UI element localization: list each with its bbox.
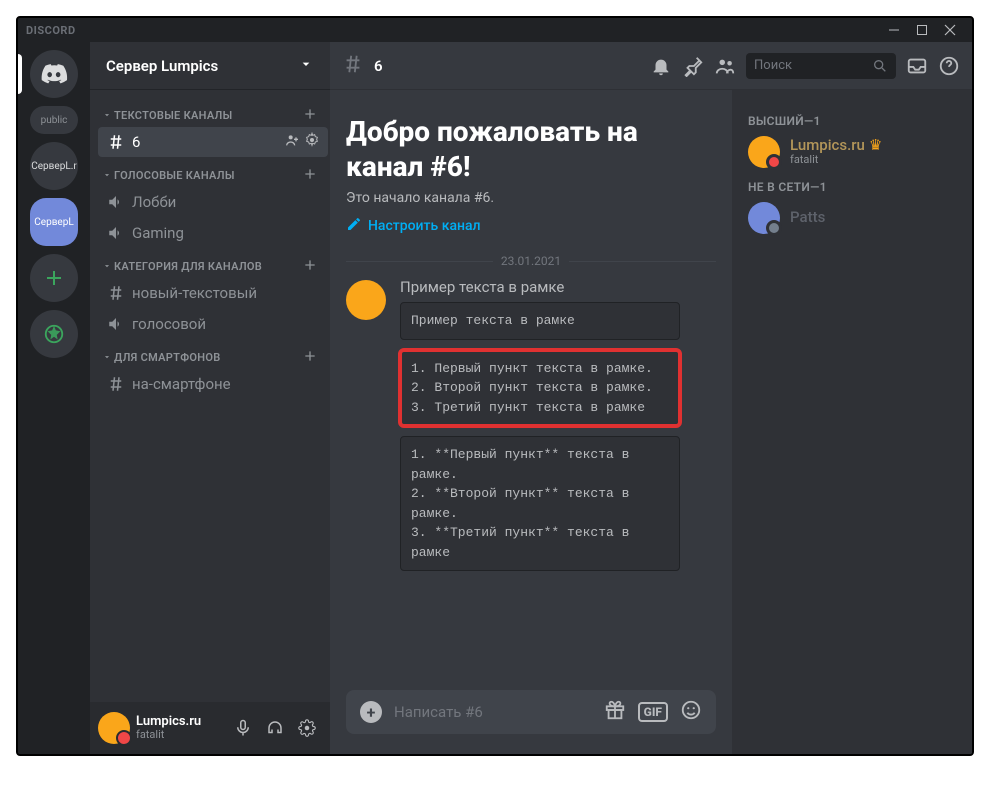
username: Lumpics.ru <box>136 715 201 729</box>
member-avatar <box>748 136 780 168</box>
message-avatar[interactable] <box>346 280 386 320</box>
member-item[interactable]: Lumpics.ru♛ fatalit <box>740 132 964 172</box>
add-channel-button[interactable] <box>302 257 320 275</box>
member-item[interactable]: Patts <box>740 198 964 238</box>
welcome-block: Добро пожаловать на канал #6! Это начало… <box>346 114 716 236</box>
window-minimize-button[interactable] <box>880 19 908 41</box>
category-cat[interactable]: КАТЕГОРИЯ ДЛЯ КАНАЛОВ <box>98 249 328 277</box>
hash-icon <box>106 132 126 152</box>
search-icon <box>872 58 888 74</box>
channel-item[interactable]: Gaming <box>98 218 328 248</box>
speaker-icon <box>106 223 126 243</box>
server-name: Сервер Lumpics <box>106 57 218 75</box>
attach-button[interactable]: + <box>360 701 382 723</box>
home-button[interactable] <box>30 50 78 98</box>
titlebar: DISCORD <box>18 18 972 42</box>
help-icon[interactable] <box>938 55 960 77</box>
message-composer: + Написать #6 GIF <box>330 690 732 754</box>
hash-icon <box>106 283 126 303</box>
guild-item-active[interactable]: СерверL <box>30 198 78 246</box>
welcome-subtitle: Это начало канала #6. <box>346 190 716 206</box>
channel-sidebar: Сервер Lumpics ТЕКСТОВЫЕ КАНАЛЫ 6 <box>90 42 330 754</box>
add-channel-button[interactable] <box>302 166 320 184</box>
channel-item[interactable]: Лобби <box>98 187 328 217</box>
pin-icon[interactable] <box>682 55 704 77</box>
message-text: Пример текста в рамке <box>400 278 716 296</box>
hash-icon <box>106 374 126 394</box>
members-icon[interactable] <box>714 55 736 77</box>
category-voice[interactable]: ГОЛОСОВЫЕ КАНАЛЫ <box>98 158 328 186</box>
add-channel-button[interactable] <box>302 106 320 124</box>
channel-item[interactable]: голосовой <box>98 309 328 339</box>
channel-item[interactable]: новый-текстовый <box>98 278 328 308</box>
speaker-icon <box>106 192 126 212</box>
message-input[interactable]: Написать #6 <box>394 703 592 721</box>
add-server-button[interactable] <box>30 254 78 302</box>
message: Пример текста в рамке Пример текста в ра… <box>346 274 716 589</box>
server-header[interactable]: Сервер Lumpics <box>90 42 330 90</box>
mute-button[interactable] <box>228 713 258 743</box>
code-block: Пример текста в рамке <box>400 302 680 340</box>
code-block-highlight: 1. Первый пункт текста в рамке. 2. Второ… <box>400 350 680 427</box>
channel-item[interactable]: на-смартфоне <box>98 369 328 399</box>
window-close-button[interactable] <box>936 19 964 41</box>
settings-button[interactable] <box>292 713 322 743</box>
member-category: НЕ В СЕТИ—1 <box>740 172 964 198</box>
user-panel: Lumpics.ru fatalit <box>90 702 330 754</box>
window-maximize-button[interactable] <box>908 19 936 41</box>
category-phone[interactable]: ДЛЯ СМАРТФОНОВ <box>98 340 328 368</box>
inbox-icon[interactable] <box>906 55 928 77</box>
search-input[interactable]: Поиск <box>746 53 896 79</box>
main-area: 6 Поиск Добро пожаловать на канал #6! Эт… <box>330 42 972 754</box>
deafen-button[interactable] <box>260 713 290 743</box>
welcome-title: Добро пожаловать на канал #6! <box>346 114 716 184</box>
add-channel-button[interactable] <box>302 348 320 366</box>
date-divider: 23.01.2021 <box>346 254 716 268</box>
member-status: fatalit <box>790 154 882 167</box>
speaker-icon <box>106 314 126 334</box>
chevron-down-icon <box>298 56 314 76</box>
gift-icon[interactable] <box>604 699 626 725</box>
avatar[interactable] <box>98 712 130 744</box>
guild-sidebar: public СерверL.r СерверL <box>18 42 90 754</box>
member-list: ВЫСШИЙ—1 Lumpics.ru♛ fatalit НЕ В СЕТИ—1… <box>732 90 972 754</box>
channel-header: 6 Поиск <box>330 42 972 90</box>
member-category: ВЫСШИЙ—1 <box>740 106 964 132</box>
guild-item[interactable]: СерверL.r <box>30 142 78 190</box>
setup-channel-link[interactable]: Настроить канал <box>346 216 716 236</box>
explore-button[interactable] <box>30 310 78 358</box>
code-block: 1. **Первый пункт** текста в рамке. 2. *… <box>400 436 680 571</box>
gear-icon[interactable] <box>304 132 320 152</box>
crown-icon: ♛ <box>869 136 882 154</box>
member-avatar <box>748 202 780 234</box>
channel-item-active[interactable]: 6 <box>98 127 328 157</box>
user-status: fatalit <box>136 729 201 741</box>
invite-icon[interactable] <box>284 132 300 152</box>
category-text[interactable]: ТЕКСТОВЫЕ КАНАЛЫ <box>98 98 328 126</box>
guild-folder[interactable]: public <box>30 106 78 134</box>
notifications-icon[interactable] <box>650 55 672 77</box>
app-brand: DISCORD <box>26 24 76 37</box>
member-name: Patts <box>790 209 825 226</box>
hash-icon <box>342 53 364 79</box>
channel-name: 6 <box>374 57 383 75</box>
gif-button[interactable]: GIF <box>638 702 668 722</box>
member-name: Lumpics.ru♛ <box>790 137 882 154</box>
emoji-icon[interactable] <box>680 699 702 725</box>
pencil-icon <box>346 216 362 236</box>
